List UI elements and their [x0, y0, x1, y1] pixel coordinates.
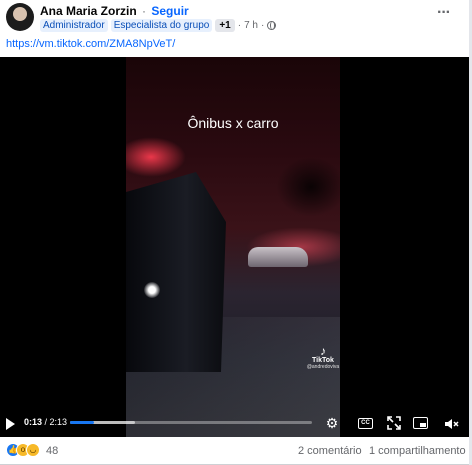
follow-button[interactable]: Seguir: [151, 4, 188, 18]
video-player[interactable]: Ônibus x carro ♪ TikTok @andredoviva 0:1…: [0, 57, 472, 437]
video-controls: 0:13 / 2:13 ⚙ CC: [0, 409, 472, 437]
time-divider: /: [42, 417, 50, 427]
bus-headlight: [144, 282, 160, 298]
time-separator: ·: [260, 19, 265, 31]
volume-muted-icon[interactable]: [443, 416, 459, 432]
reaction-icons[interactable]: 👍 o ◡: [6, 443, 40, 457]
video-caption: Ônibus x carro: [187, 115, 279, 131]
time-separator: ·: [237, 19, 242, 31]
emergency-light: [126, 137, 186, 177]
duration: 2:13: [49, 417, 68, 427]
progress-fill: [70, 421, 94, 424]
globe-icon: [267, 20, 277, 30]
post-time[interactable]: 7 h: [244, 20, 258, 31]
video-time: 0:13 / 2:13: [24, 417, 67, 427]
author-meta: Administrador Especialista do grupo +1 ·…: [40, 18, 277, 32]
tiktok-watermark: ♪ TikTok @andredoviva: [306, 345, 340, 370]
admin-badge[interactable]: Administrador: [40, 18, 108, 32]
picture-in-picture-icon[interactable]: [413, 417, 428, 429]
separator: ·: [142, 4, 147, 18]
post-link[interactable]: https://vm.tiktok.com/ZMA8NpVeT/: [6, 38, 175, 50]
comment-count[interactable]: 2 comentário: [298, 445, 362, 457]
tiktok-handle: @andredoviva: [306, 364, 340, 370]
more-horizontal-icon[interactable]: ···: [437, 5, 451, 21]
expert-badge[interactable]: Especialista do grupo: [110, 18, 213, 32]
progress-bar[interactable]: [70, 421, 312, 424]
post-footer: 👍 o ◡ 48 2 comentário 1 compartilhamento: [0, 437, 472, 465]
gear-icon[interactable]: ⚙: [324, 415, 340, 431]
video-frame[interactable]: Ônibus x carro ♪ TikTok @andredoviva: [126, 57, 340, 437]
expand-icon[interactable]: [386, 415, 402, 431]
sad-icon: ◡: [26, 443, 40, 457]
cc-icon[interactable]: CC: [358, 418, 373, 429]
bus-silhouette: [126, 172, 226, 372]
current-time: 0:13: [24, 417, 43, 427]
share-count[interactable]: 1 compartilhamento: [369, 445, 466, 457]
feed-post: Ana Maria Zorzin · Seguir Administrador …: [0, 0, 472, 465]
car-silhouette: [248, 247, 308, 267]
tiktok-icon: ♪: [320, 344, 326, 358]
tiktok-brand: TikTok: [312, 357, 334, 364]
reaction-count[interactable]: 48: [46, 445, 58, 457]
author-line: Ana Maria Zorzin · Seguir: [40, 4, 189, 18]
author-name[interactable]: Ana Maria Zorzin: [40, 4, 137, 18]
play-icon[interactable]: [6, 418, 15, 430]
tree-silhouette: [276, 157, 340, 217]
post-header: Ana Maria Zorzin · Seguir Administrador …: [0, 0, 472, 36]
author-avatar[interactable]: [6, 3, 34, 31]
more-badges[interactable]: +1: [215, 18, 235, 32]
